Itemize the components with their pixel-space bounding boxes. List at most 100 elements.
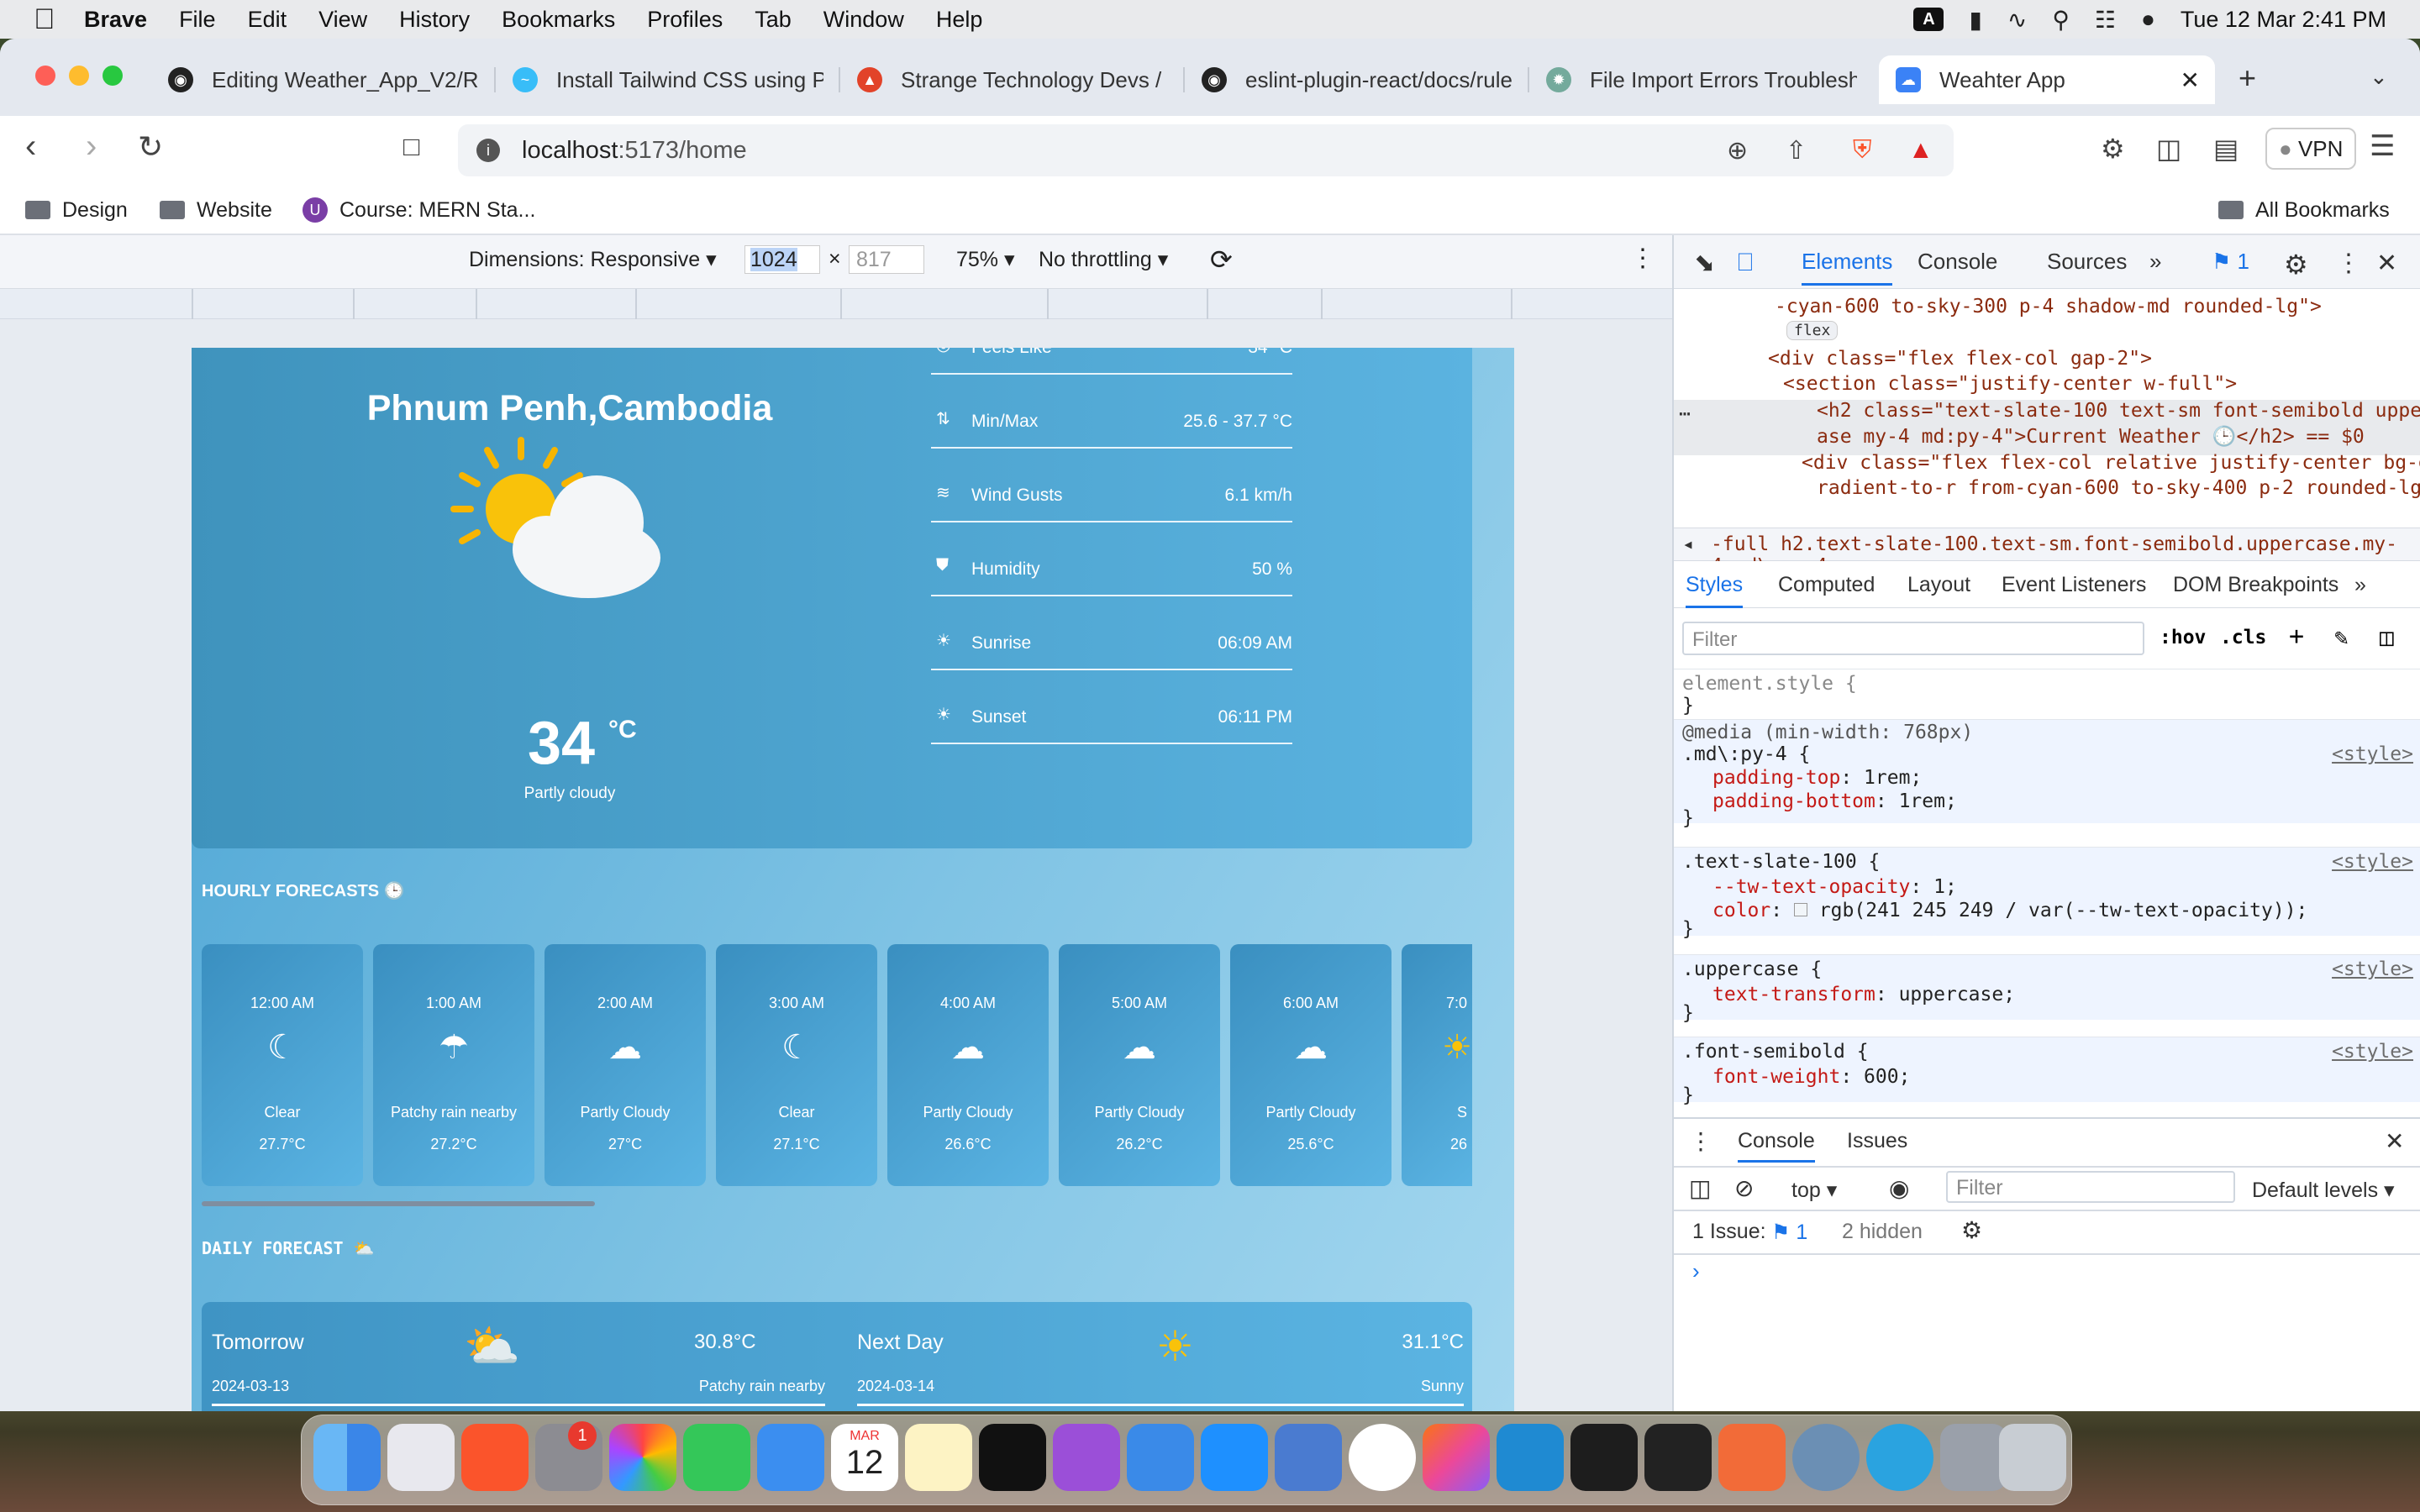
hourly-scrollbar[interactable] [202, 1201, 595, 1206]
zoom-window-button[interactable] [103, 66, 123, 86]
rule-source-link[interactable]: <style> [2332, 743, 2413, 765]
reload-icon[interactable]: ↻ [138, 129, 163, 165]
menu-bookmarks[interactable]: Bookmarks [502, 7, 615, 33]
flex-badge[interactable]: flex [1786, 321, 1839, 340]
clear-console-icon[interactable]: ⊘ [1734, 1174, 1754, 1202]
dom-line[interactable]: radient-to-r from-cyan-600 to-sky-400 p-… [1817, 477, 2420, 499]
messages-icon[interactable] [683, 1424, 750, 1491]
bookmark-website[interactable]: Website [160, 185, 272, 235]
wifi-icon[interactable]: ∿ [2007, 6, 2027, 34]
dom-line-selected[interactable]: ase my-4 md:py-4">Current Weather 🕒</h2>… [1817, 425, 2420, 448]
menu-tab[interactable]: Tab [755, 7, 792, 33]
final-cut-icon[interactable] [1644, 1424, 1712, 1491]
tab-2[interactable]: ~ Install Tailwind CSS using Po [513, 55, 823, 104]
tab-event-listeners[interactable]: Event Listeners [2002, 573, 2146, 597]
prop-value[interactable]: 600; [1864, 1066, 1910, 1088]
menu-window[interactable]: Window [823, 7, 904, 33]
rule-selector[interactable]: .font-semibold { [1682, 1041, 1869, 1063]
battery-icon[interactable]: ▮ [1969, 6, 1981, 34]
issues-link[interactable]: ⚑ 1 [1771, 1220, 1807, 1245]
share-icon[interactable]: ⇧ [1786, 136, 1807, 165]
site-info-icon[interactable]: i [476, 139, 500, 162]
height-input[interactable]: 817 [849, 245, 924, 274]
issues-badge[interactable]: ⚑ 1 [2212, 249, 2249, 275]
dom-line[interactable]: <section class="justify-center w-full"> [1783, 373, 2420, 395]
close-window-button[interactable] [35, 66, 55, 86]
menu-file[interactable]: File [179, 7, 216, 33]
device-toggle-icon[interactable]: ⎕ [1738, 249, 1753, 277]
tab-elements[interactable]: Elements [1802, 249, 1893, 286]
tab-layout[interactable]: Layout [1907, 573, 1970, 597]
notes-icon[interactable] [905, 1424, 972, 1491]
tab-1[interactable]: ◉ Editing Weather_App_V2/RE [168, 55, 479, 104]
tab-console[interactable]: Console [1918, 249, 1997, 275]
breadcrumb[interactable]: ◂ -full h2.text-slate-100.text-sm.font-se… [1674, 528, 2420, 577]
cls-toggle[interactable]: .cls [2220, 627, 2266, 648]
apple-tv-icon[interactable] [979, 1424, 1046, 1491]
vpn-button[interactable]: ● VPN [2265, 128, 2357, 170]
bookmark-course[interactable]: U Course: MERN Sta... [302, 185, 535, 235]
drawer-menu-icon[interactable]: ⋮ [1689, 1127, 1712, 1155]
prop-name[interactable]: padding-top [1712, 767, 1840, 789]
menu-help[interactable]: Help [936, 7, 983, 33]
rule-selector[interactable]: .md\:py-4 { [1682, 743, 1810, 765]
inspect-element-icon[interactable]: ⬊ [1694, 249, 1715, 278]
styles-filter-input[interactable]: Filter [1682, 622, 2144, 655]
console-settings-icon[interactable]: ⚙ [1961, 1216, 1982, 1244]
tab-sources[interactable]: Sources [2047, 249, 2127, 275]
brave-shields-icon[interactable]: ⛨ [1853, 136, 1872, 165]
log-levels-select[interactable]: Default levels ▾ [2252, 1178, 2395, 1203]
dom-line[interactable]: -cyan-600 to-sky-300 p-4 shadow-md round… [1775, 296, 2420, 318]
terminal-icon[interactable] [1570, 1424, 1638, 1491]
tab-weather-app-active[interactable]: ☁ Weahter App ✕ [1879, 55, 2215, 104]
bookmark-icon[interactable]: □ [403, 131, 419, 162]
tab-4[interactable]: ◉ eslint-plugin-react/docs/rule [1202, 55, 1512, 104]
tab-computed[interactable]: Computed [1778, 573, 1875, 597]
sidebar-toggle-icon[interactable]: ◫ [1689, 1174, 1711, 1202]
spotlight-search-icon[interactable]: ⚲ [2052, 6, 2070, 34]
intellij-icon[interactable] [1423, 1424, 1490, 1491]
settings-gear-icon[interactable]: ⚙ [2284, 249, 2308, 281]
prop-value[interactable]: rgb(241 245 249 / var(--tw-text-opacity)… [1819, 900, 2308, 921]
pen-tool-icon[interactable] [1718, 1424, 1786, 1491]
rule-source-link[interactable]: <style> [2332, 851, 2413, 873]
dom-line[interactable]: <div class="flex flex-col gap-2"> [1768, 348, 2420, 370]
width-input[interactable]: 1024 [744, 245, 820, 274]
prop-value[interactable]: 1rem; [1864, 767, 1922, 789]
prop-name[interactable]: padding-bottom [1712, 790, 1876, 812]
prop-name[interactable]: font-weight [1712, 1066, 1840, 1088]
ellipsis-icon[interactable]: ⋯ [1679, 403, 1704, 425]
sidebar-icon[interactable]: ◫ [2156, 133, 2181, 165]
close-devtools-icon[interactable]: ✕ [2376, 249, 2397, 278]
back-icon[interactable]: ‹ [25, 128, 36, 165]
drawer-tab-console[interactable]: Console [1738, 1129, 1815, 1163]
brave-icon[interactable] [461, 1424, 529, 1491]
rotate-icon[interactable]: ⟳ [1210, 244, 1233, 276]
throttling-select[interactable]: No throttling ▾ [1039, 247, 1168, 272]
menu-view[interactable]: View [318, 7, 367, 33]
brave-rewards-icon[interactable]: ▲ [1908, 136, 1933, 165]
prop-name[interactable]: --tw-text-opacity [1712, 876, 1910, 898]
calendar-icon[interactable]: MAR 12 [831, 1424, 898, 1491]
context-select[interactable]: top ▾ [1791, 1178, 1837, 1203]
launchpad-icon[interactable] [387, 1424, 455, 1491]
more-tabs-icon[interactable]: » [2149, 249, 2161, 275]
menu-edit[interactable]: Edit [248, 7, 287, 33]
finder-icon[interactable] [313, 1424, 381, 1491]
hidden-issues[interactable]: 2 hidden [1842, 1220, 1923, 1244]
apple-icon[interactable]:  [34, 5, 59, 34]
prop-value[interactable]: uppercase; [1899, 984, 2015, 1005]
menu-app-name[interactable]: Brave [84, 7, 147, 33]
console-prompt-icon[interactable]: › [1692, 1258, 1700, 1284]
rule-selector[interactable]: .text-slate-100 { [1682, 851, 1880, 873]
breadcrumb-left-icon[interactable]: ◂ [1682, 533, 1694, 555]
menu-hamburger-icon[interactable]: ☰ [2370, 129, 2395, 163]
more-options-icon[interactable]: ⋮ [1630, 244, 1655, 273]
rule-source-link[interactable]: <style> [2332, 958, 2413, 980]
tab-3[interactable]: ▲ Strange Technology Devs / L [857, 55, 1168, 104]
keynote-icon[interactable] [1127, 1424, 1194, 1491]
dom-line[interactable]: <div class="flex flex-col relative justi… [1802, 452, 2420, 474]
postgres-icon[interactable] [1792, 1424, 1860, 1491]
control-center-icon[interactable]: ☷ [2095, 6, 2116, 34]
media-query-ruler[interactable] [0, 289, 1672, 319]
